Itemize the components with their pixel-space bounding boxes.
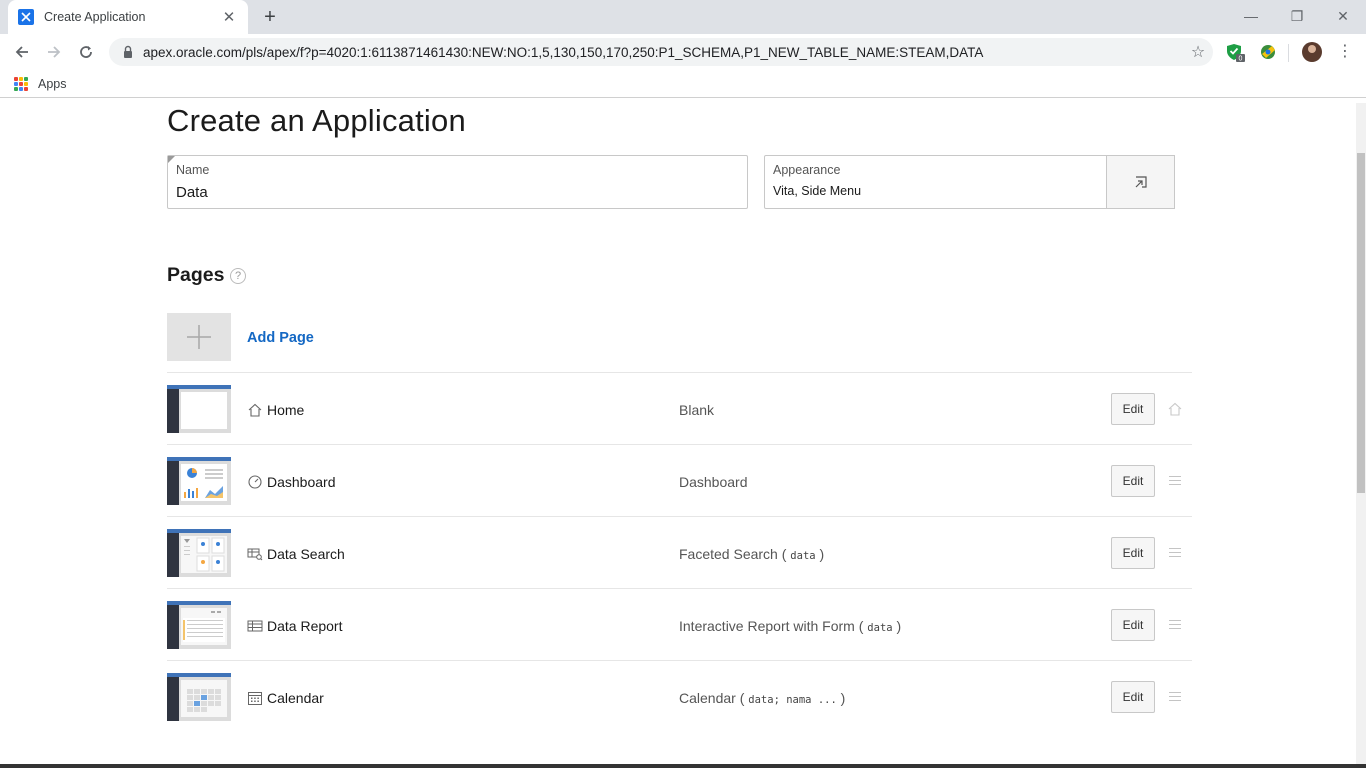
report-icon bbox=[247, 620, 263, 632]
page-source-code: data bbox=[867, 622, 893, 634]
add-page-tile[interactable] bbox=[167, 313, 231, 361]
bookmark-star-icon[interactable]: ☆ bbox=[1183, 42, 1213, 62]
forward-button[interactable] bbox=[42, 40, 66, 64]
drag-handle-icon[interactable] bbox=[1167, 617, 1183, 633]
page-thumbnail bbox=[167, 457, 231, 505]
page-type: Faceted Search ( data ) bbox=[679, 546, 825, 562]
appearance-field-value: Vita, Side Menu bbox=[773, 184, 862, 198]
apex-favicon-icon bbox=[18, 9, 34, 25]
page-row-dashboard: Dashboard Dashboard Edit bbox=[167, 444, 1192, 516]
name-field[interactable]: Name Data bbox=[167, 155, 748, 209]
drag-handle-icon[interactable] bbox=[1167, 545, 1183, 561]
address-bar[interactable]: apex.oracle.com/pls/apex/f?p=4020:1:6113… bbox=[109, 38, 1213, 66]
shield-extension-icon[interactable]: 0 bbox=[1225, 42, 1245, 63]
lock-icon bbox=[124, 45, 132, 58]
appearance-field-label: Appearance bbox=[773, 163, 841, 177]
help-icon[interactable]: ? bbox=[230, 268, 246, 284]
pages-list: Home Blank Edit Dashboard Dashboard Edit… bbox=[167, 372, 1192, 732]
edit-button[interactable]: Edit bbox=[1111, 609, 1155, 641]
close-window-button[interactable]: ✕ bbox=[1320, 4, 1366, 28]
apps-grid-icon[interactable] bbox=[14, 76, 28, 91]
bookmarks-bar: Apps bbox=[0, 70, 1366, 98]
minimize-button[interactable]: — bbox=[1228, 4, 1274, 28]
reload-button[interactable] bbox=[74, 40, 98, 64]
scrollbar-thumb[interactable] bbox=[1357, 153, 1365, 493]
window-bottom-edge bbox=[0, 764, 1366, 768]
page-content: Create an Application Name Data Appearan… bbox=[0, 103, 1366, 768]
page-type: Blank bbox=[679, 402, 715, 418]
globe-extension-icon[interactable] bbox=[1258, 42, 1278, 62]
pages-section-title: Pages bbox=[167, 264, 225, 286]
home-icon bbox=[248, 403, 262, 417]
browser-tabstrip: Create Application ✕ + — ❐ ✕ bbox=[0, 0, 1366, 34]
page-thumbnail bbox=[167, 673, 231, 721]
forward-arrow-icon bbox=[48, 46, 61, 58]
home-page-marker-icon bbox=[1168, 402, 1182, 416]
edit-button[interactable]: Edit bbox=[1111, 681, 1155, 713]
name-field-value[interactable]: Data bbox=[176, 184, 208, 201]
calendar-icon bbox=[248, 692, 262, 705]
open-dialog-icon bbox=[1135, 176, 1147, 188]
name-field-label: Name bbox=[176, 163, 210, 177]
tab-close-icon[interactable]: ✕ bbox=[220, 8, 238, 26]
page-type: Dashboard bbox=[679, 474, 748, 490]
drag-handle-icon[interactable] bbox=[1167, 473, 1183, 489]
tab-title: Create Application bbox=[44, 10, 146, 24]
page-thumbnail bbox=[167, 529, 231, 577]
back-arrow-icon bbox=[15, 46, 28, 58]
page-name: Calendar bbox=[267, 690, 324, 706]
avatar-face bbox=[1308, 45, 1316, 53]
faceted-search-icon bbox=[247, 548, 263, 561]
apps-bookmark[interactable]: Apps bbox=[38, 77, 67, 91]
page-thumbnail bbox=[167, 385, 231, 433]
appearance-field[interactable]: Appearance Vita, Side Menu bbox=[764, 155, 1107, 209]
page-source-code: data; nama ... bbox=[748, 694, 837, 706]
edit-button[interactable]: Edit bbox=[1111, 465, 1155, 497]
page-scrollbar[interactable] bbox=[1356, 103, 1366, 768]
appearance-settings-button[interactable] bbox=[1106, 155, 1175, 209]
page-row-home: Home Blank Edit bbox=[167, 372, 1192, 444]
plus-icon bbox=[187, 325, 211, 349]
page-title: Create an Application bbox=[167, 103, 466, 138]
drag-handle-icon[interactable] bbox=[1167, 689, 1183, 705]
restore-button[interactable]: ❐ bbox=[1274, 4, 1320, 28]
extension-badge: 0 bbox=[1239, 56, 1243, 63]
back-button[interactable] bbox=[10, 40, 34, 64]
toolbar-divider bbox=[1288, 44, 1289, 62]
profile-avatar[interactable] bbox=[1302, 42, 1322, 62]
page-row-calendar: Calendar Calendar ( data; nama ... ) Edi… bbox=[167, 660, 1192, 732]
page-name: Dashboard bbox=[267, 474, 336, 490]
page-name: Home bbox=[267, 402, 305, 418]
url-text: apex.oracle.com/pls/apex/f?p=4020:1:6113… bbox=[143, 44, 984, 60]
reload-icon bbox=[80, 46, 92, 58]
browser-tab[interactable]: Create Application ✕ bbox=[8, 0, 248, 34]
page-name: Data Report bbox=[267, 618, 343, 634]
browser-menu-icon[interactable]: ⋮ bbox=[1335, 42, 1355, 62]
browser-toolbar: apex.oracle.com/pls/apex/f?p=4020:1:6113… bbox=[0, 34, 1366, 70]
edit-button[interactable]: Edit bbox=[1111, 537, 1155, 569]
page-row-data-report: Data Report Interactive Report with Form… bbox=[167, 588, 1192, 660]
new-tab-button[interactable]: + bbox=[258, 6, 282, 28]
dashboard-icon bbox=[248, 475, 262, 489]
page-thumbnail bbox=[167, 601, 231, 649]
page-type: Interactive Report with Form ( data ) bbox=[679, 618, 902, 634]
add-page-link[interactable]: Add Page bbox=[247, 330, 314, 346]
page-type: Calendar ( data; nama ... ) bbox=[679, 690, 846, 706]
page-name: Data Search bbox=[267, 546, 345, 562]
edit-button[interactable]: Edit bbox=[1111, 393, 1155, 425]
page-source-code: data bbox=[790, 550, 816, 562]
page-row-data-search: Data Search Faceted Search ( data ) Edit bbox=[167, 516, 1192, 588]
